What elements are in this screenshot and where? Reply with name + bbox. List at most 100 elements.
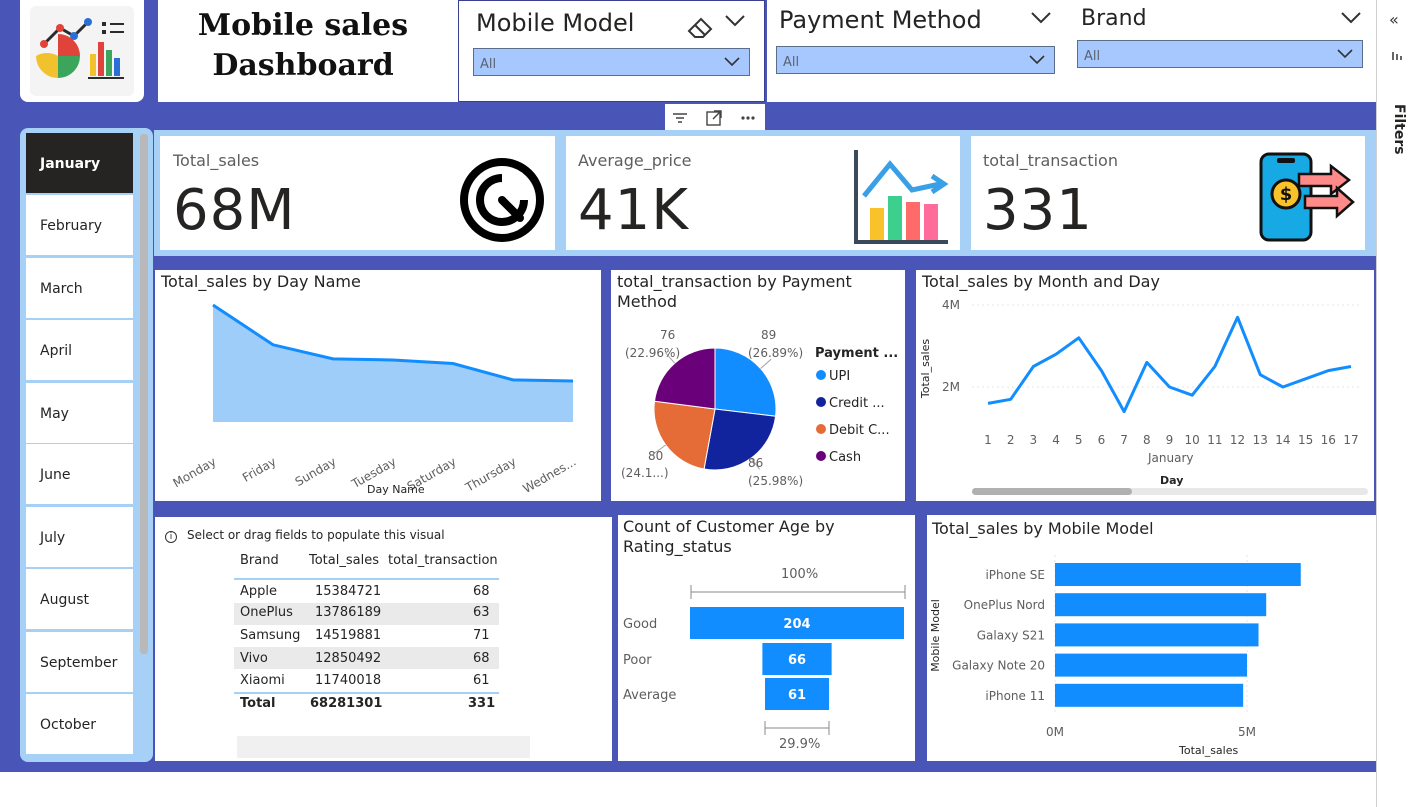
pie-label-debit-count: 80 [648, 449, 664, 463]
info-notice: i Select or drag fields to populate this … [165, 528, 445, 543]
cell-brand: Apple [240, 584, 278, 599]
eraser-icon[interactable] [685, 11, 715, 41]
svg-text:$: $ [1280, 184, 1293, 205]
x-tick-label: 17 [1343, 433, 1358, 447]
chart-sales-by-day[interactable]: Total_sales by Day Name Monday Friday Sund… [155, 270, 601, 501]
month-item-may[interactable]: May [26, 383, 133, 443]
cell-sales: 13786189 [315, 605, 382, 620]
speedometer-icon [460, 158, 544, 242]
y-tick-label: iPhone 11 [985, 689, 1045, 703]
chevron-down-icon[interactable] [1339, 10, 1363, 26]
chart-transaction-by-payment[interactable]: total_transaction by Payment Method 89 (… [611, 270, 905, 501]
bar [1055, 653, 1247, 677]
y-axis-title: Mobile Model [928, 599, 942, 672]
pie-label-upi-pct: (26.89%) [748, 346, 804, 360]
title-line-2: Dashboard [212, 48, 394, 83]
slicer-mobile-model[interactable]: Mobile Model All [458, 0, 765, 102]
x-tick-label: 6 [1098, 433, 1106, 447]
series-line [987, 315, 1352, 414]
legend-item-cash[interactable]: Cash [816, 450, 861, 465]
info-icon: i [165, 531, 177, 543]
filters-label[interactable]: Filters [1391, 104, 1407, 155]
column-header[interactable]: total_transaction [388, 553, 498, 568]
legend-dot [816, 451, 826, 461]
card-label: Total_sales [173, 151, 260, 170]
x-tick-label: 7 [1120, 433, 1128, 447]
x-tick-label: 10 [1185, 433, 1200, 447]
scrollbar-thumb[interactable] [972, 488, 1132, 495]
chart-sales-by-month-day[interactable]: Total_sales by Month and Day 2M 4M 1 2 3 4 5 6 7… [916, 270, 1374, 501]
x-tick-label: 1 [984, 433, 992, 447]
cell-sales: 11740018 [315, 673, 382, 688]
title-tile: Mobile sales Dashboard [158, 0, 458, 102]
month-item-january[interactable]: January [26, 133, 133, 193]
cell-sales: 15384721 [315, 584, 382, 599]
cell-brand: OnePlus [240, 605, 293, 620]
x-tick-label: 4 [1052, 433, 1060, 447]
focus-mode-icon[interactable] [703, 107, 725, 129]
horizontal-scrollbar[interactable] [972, 488, 1368, 495]
card-value: 331 [983, 178, 1093, 243]
slicer-brand-dropdown[interactable]: All [1077, 40, 1363, 68]
more-options-icon[interactable] [737, 107, 759, 129]
title-line-1: Mobile sales [197, 8, 409, 43]
cell-brand: Samsung [240, 628, 301, 643]
legend-label: Cash [829, 450, 862, 465]
slicer-brand[interactable]: Brand All [1067, 0, 1376, 102]
area-chart-plot: Monday Friday Sunday Tuesday Saturday Thursda… [170, 303, 579, 496]
pie-label-debit-pct: (24.1...) [621, 466, 669, 480]
logo-tile [20, 0, 144, 102]
chart-sales-by-model[interactable]: Total_sales by Mobile Model 0M 5M iPhone S… [927, 515, 1376, 761]
notice-text: Select or drag fields to populate this v… [187, 528, 445, 542]
month-item-august[interactable]: August [26, 569, 133, 629]
slicer-payment-method[interactable]: Payment Method All [767, 0, 1067, 102]
month-item-october[interactable]: October [26, 694, 133, 754]
x-tick-label: Friday [240, 454, 279, 484]
cell-transaction: 68 [473, 584, 490, 599]
funnel-value-label: 66 [788, 653, 806, 668]
y-tick-label: iPhone SE [985, 568, 1045, 582]
pie-leader-line [760, 358, 772, 369]
legend-label: UPI [829, 369, 851, 384]
filters-pane[interactable]: « Filters [1376, 0, 1416, 807]
bar-chart-plot: 0M 5M iPhone SE OnePlus Nord Galaxy S21 Galax… [952, 555, 1301, 739]
y-tick-label: 2M [942, 380, 960, 394]
x-tick-label: 12 [1230, 433, 1245, 447]
legend-label: Debit C... [829, 423, 890, 438]
month-scrollbar[interactable] [140, 134, 148, 654]
legend-item-debit[interactable]: Debit C... [816, 423, 890, 438]
legend-item-credit[interactable]: Credit ... [816, 396, 885, 411]
y-tick-label: Galaxy Note 20 [952, 659, 1045, 673]
cell-sales: 12850492 [315, 651, 382, 666]
chart-customer-age-by-rating[interactable]: Count of Customer Age by Rating_status 1… [618, 515, 915, 761]
filter-icon[interactable] [669, 107, 691, 129]
collapse-icon[interactable]: « [1389, 10, 1399, 29]
x-tick-label: Monday [170, 454, 218, 490]
month-item-february[interactable]: February [26, 195, 133, 255]
cell-transaction: 63 [473, 605, 490, 620]
dropdown-value: All [480, 57, 497, 72]
chevron-down-icon[interactable] [1029, 10, 1053, 26]
month-item-june[interactable]: June [26, 444, 133, 504]
legend-item-upi[interactable]: UPI [816, 369, 850, 384]
month-item-march[interactable]: March [26, 258, 133, 318]
month-item-september[interactable]: September [26, 632, 133, 692]
month-item-april[interactable]: April [26, 320, 133, 380]
month-axis-label: January [1148, 451, 1194, 465]
column-header[interactable]: Total_sales [309, 553, 379, 568]
month-item-july[interactable]: July [26, 507, 133, 567]
brand-table[interactable]: i Select or drag fields to populate this … [155, 517, 612, 761]
cell-transaction: 61 [473, 673, 490, 688]
chevron-down-icon[interactable] [723, 13, 747, 29]
slicer-mobile-model-dropdown[interactable]: All [473, 48, 750, 76]
dropdown-value: All [783, 55, 800, 70]
funnel-value-label: 61 [788, 688, 806, 703]
funnel-value-label: 204 [783, 617, 810, 632]
column-header[interactable]: Brand [240, 553, 279, 568]
slicer-payment-dropdown[interactable]: All [776, 46, 1055, 74]
bar [1055, 623, 1259, 647]
card-total-transaction: total_transaction 331 $ [971, 136, 1365, 250]
pie-slice [703, 408, 777, 471]
card-label: Average_price [578, 151, 692, 170]
mobile-payment-icon: $ [1259, 152, 1355, 242]
